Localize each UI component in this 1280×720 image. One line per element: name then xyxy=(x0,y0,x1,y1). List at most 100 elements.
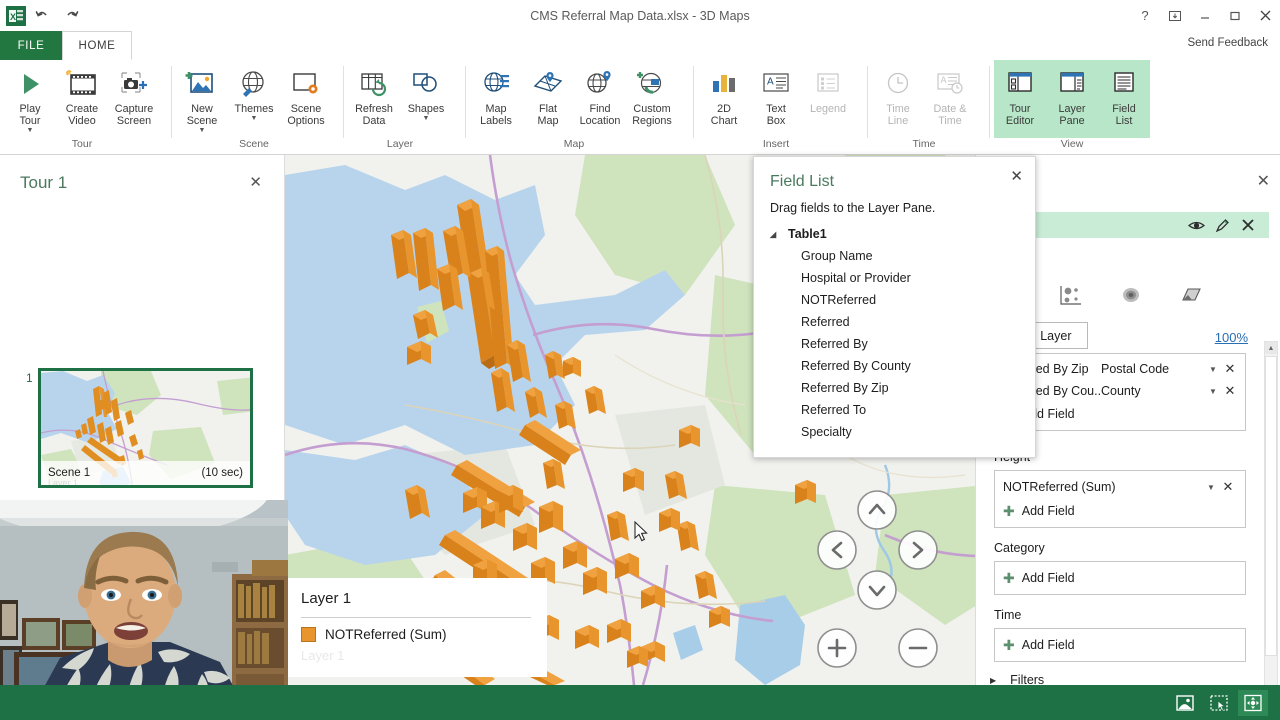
redo-icon[interactable] xyxy=(58,4,86,28)
height-row[interactable]: NOTReferred (Sum) ▼ ✕ xyxy=(995,475,1245,499)
remove-height-field-button[interactable]: ✕ xyxy=(1219,479,1237,495)
region-map-icon[interactable] xyxy=(1174,279,1208,311)
time-section: Time ✚ Add Field xyxy=(994,608,1246,662)
scene-thumbnail[interactable]: Scene 1 (10 sec) Layer 1 xyxy=(38,368,253,488)
time-add-field-button[interactable]: ✚ Add Field xyxy=(995,633,1245,657)
create-video-button[interactable]: CreateVideo xyxy=(56,63,108,127)
mouse-cursor xyxy=(634,521,650,548)
tour-editor-button[interactable]: TourEditor xyxy=(994,63,1046,127)
field-list-item[interactable]: Referred To xyxy=(770,399,1020,421)
undo-icon[interactable] xyxy=(28,4,56,28)
chevron-down-icon[interactable]: ▼ xyxy=(251,115,258,123)
bubble-chart-icon[interactable] xyxy=(1054,279,1088,311)
plus-icon: ✚ xyxy=(1003,503,1015,520)
new-scene-button[interactable]: NewScene ▼ xyxy=(176,63,228,135)
field-list-tree: ◢ Table1 Group Name Hospital or Provider… xyxy=(770,223,1020,443)
map-legend[interactable]: Layer 1 NOTReferred (Sum) Layer 1 xyxy=(285,578,547,677)
ribbon-button-label: CustomRegions xyxy=(626,103,678,127)
field-list-title: Field List xyxy=(770,173,834,191)
ribbon-button-label: SceneOptions xyxy=(280,103,332,127)
selection-tool-button[interactable] xyxy=(1204,690,1234,716)
layer-visibility-icon[interactable] xyxy=(1183,219,1209,232)
quick-access-toolbar: X xyxy=(0,4,86,28)
scene-options-button[interactable]: SceneOptions xyxy=(280,63,332,127)
ribbon-button-label: FindLocation xyxy=(574,103,626,127)
field-list-item[interactable]: Referred xyxy=(770,311,1020,333)
layer-pane-icon xyxy=(1056,67,1088,101)
flat-map-icon xyxy=(531,67,565,101)
field-list-item[interactable]: Referred By xyxy=(770,333,1020,355)
capture-screen-button[interactable]: CaptureScreen xyxy=(108,63,160,127)
ribbon-group-label: Layer xyxy=(348,138,452,153)
field-list-item[interactable]: Referred By Zip xyxy=(770,377,1020,399)
ribbon-button-label: Themes xyxy=(228,103,280,115)
height-add-field-button[interactable]: ✚ Add Field xyxy=(995,499,1245,523)
layer-pane-scrollbar[interactable]: ▲ ▼ xyxy=(1264,341,1278,720)
field-list-item[interactable]: Referred By County xyxy=(770,355,1020,377)
scroll-up-arrow-icon[interactable]: ▲ xyxy=(1265,342,1277,354)
scrollbar-thumb[interactable] xyxy=(1265,356,1277,656)
tour-pane: Tour 1 ✕ 1 xyxy=(0,155,285,500)
add-field-label: Add Field xyxy=(1022,504,1075,518)
field-list-button[interactable]: FieldList xyxy=(1098,63,1150,127)
remove-location-field-button[interactable]: ✕ xyxy=(1221,383,1239,399)
field-list-item[interactable]: Group Name xyxy=(770,245,1020,267)
expand-triangle-icon[interactable]: ▶ xyxy=(990,676,996,685)
field-list-subtitle: Drag fields to the Layer Pane. xyxy=(770,201,935,215)
field-list-table-node[interactable]: ◢ Table1 xyxy=(770,223,1020,245)
add-field-label: Add Field xyxy=(1022,571,1075,585)
flat-map-button[interactable]: FlatMap xyxy=(522,63,574,127)
chevron-down-icon[interactable]: ▼ xyxy=(1203,483,1219,492)
field-list-item[interactable]: Hospital or Provider xyxy=(770,267,1020,289)
find-location-button[interactable]: FindLocation xyxy=(574,63,626,127)
map-labels-button[interactable]: MapLabels xyxy=(470,63,522,127)
field-list-item[interactable]: NOTReferred xyxy=(770,289,1020,311)
heat-map-icon[interactable] xyxy=(1114,279,1148,311)
layer-rename-icon[interactable] xyxy=(1209,218,1235,233)
layer-delete-icon[interactable] xyxy=(1235,218,1261,232)
chevron-down-icon[interactable]: ▼ xyxy=(423,115,430,123)
category-label: Category xyxy=(994,541,1246,555)
layer-zoom-link[interactable]: 100% xyxy=(1215,330,1248,345)
chevron-down-icon[interactable]: ▼ xyxy=(1205,365,1221,374)
ribbon-group-layer: RefreshData Shapes ▼ Layer xyxy=(344,60,456,154)
scene-options-icon xyxy=(289,67,323,101)
clock-icon xyxy=(883,67,913,101)
custom-regions-icon xyxy=(635,67,669,101)
minimize-button[interactable] xyxy=(1190,2,1220,30)
remove-location-field-button[interactable]: ✕ xyxy=(1221,361,1239,377)
pan-tool-button[interactable] xyxy=(1238,690,1268,716)
maximize-button[interactable] xyxy=(1220,2,1250,30)
collapse-triangle-icon[interactable]: ◢ xyxy=(770,230,780,239)
layer-pane-button[interactable]: LayerPane xyxy=(1046,63,1098,127)
send-feedback-link[interactable]: Send Feedback xyxy=(1187,37,1268,49)
tour-pane-close-button[interactable]: ✕ xyxy=(249,173,262,191)
close-button[interactable] xyxy=(1250,2,1280,30)
chevron-down-icon[interactable]: ▼ xyxy=(1205,387,1221,396)
2d-chart-button[interactable]: 2DChart xyxy=(698,63,750,127)
custom-regions-button[interactable]: CustomRegions xyxy=(626,63,678,127)
ribbon-display-options-button[interactable] xyxy=(1160,2,1190,30)
scene-view-button[interactable] xyxy=(1170,690,1200,716)
help-button[interactable]: ? xyxy=(1130,2,1160,30)
themes-button[interactable]: Themes ▼ xyxy=(228,63,280,123)
bar-chart-icon xyxy=(709,67,739,101)
shapes-button[interactable]: Shapes ▼ xyxy=(400,63,452,123)
text-box-button[interactable]: A TextBox xyxy=(750,63,802,127)
field-list-icon xyxy=(1108,67,1140,101)
ribbon-group-scene: NewScene ▼ Themes ▼ xyxy=(172,60,336,154)
refresh-data-button[interactable]: RefreshData xyxy=(348,63,400,127)
tab-file[interactable]: FILE xyxy=(0,31,62,60)
chevron-down-icon[interactable]: ▼ xyxy=(199,127,206,135)
field-list-item[interactable]: Specialty xyxy=(770,421,1020,443)
play-tour-button[interactable]: PlayTour ▼ xyxy=(4,63,56,135)
svg-text:A: A xyxy=(767,77,774,88)
ribbon-button-label: FieldList xyxy=(1098,103,1150,127)
chevron-down-icon[interactable]: ▼ xyxy=(27,127,34,135)
height-field-box: NOTReferred (Sum) ▼ ✕ ✚ Add Field xyxy=(994,470,1246,528)
field-list-dialog[interactable]: ✕ Field List Drag fields to the Layer Pa… xyxy=(753,156,1036,458)
field-list-close-button[interactable]: ✕ xyxy=(1010,167,1023,185)
category-add-field-button[interactable]: ✚ Add Field xyxy=(995,566,1245,590)
tab-home[interactable]: HOME xyxy=(62,31,132,60)
layer-pane-close-button[interactable]: ✕ xyxy=(1257,171,1270,191)
